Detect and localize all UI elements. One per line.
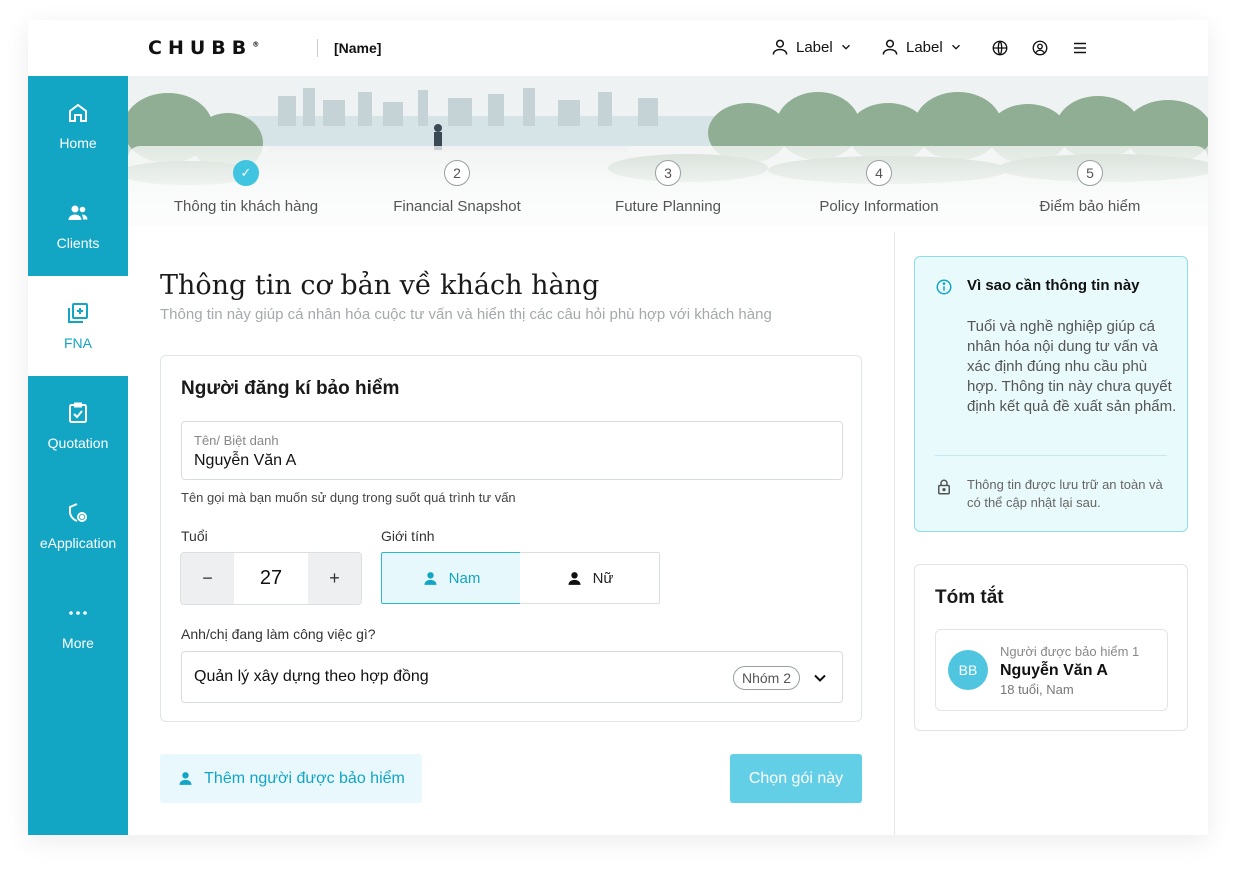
lock-icon [938,479,950,495]
info-body: Tuổi và nghề nghiệp giúp cá nhân hóa nội… [967,318,1177,415]
step-label: Thông tin khách hàng [173,198,319,215]
step-number: 2 [444,160,470,186]
sidebar-item-clients[interactable]: Clients [28,176,128,276]
column-divider [894,232,895,835]
age-label: Tuổi [181,528,208,544]
age-increment-button[interactable]: + [308,553,361,604]
step-number: 4 [866,160,892,186]
app-window: CHUBB® [Name] Label Label Home Clients F… [28,20,1208,835]
sidebar-item-label: eApplication [39,535,117,551]
shield-gear-icon [69,503,87,522]
user-menu-1[interactable]: Label [770,37,853,57]
sidebar-item-label: Home [59,135,97,151]
user-icon [772,39,788,55]
step-financial-snapshot[interactable]: 2 Financial Snapshot [367,160,547,215]
insured-meta: 18 tuổi, Nam [1000,682,1074,697]
progress-stepper: ✓ Thông tin khách hàng 2 Financial Snaps… [128,146,1208,232]
chubb-logo[interactable]: CHUBB® [148,37,259,59]
step-label: Future Planning [615,198,721,215]
person-icon [568,571,581,585]
person-icon [179,772,192,785]
brand-name: [Name] [334,40,382,56]
occupation-select[interactable]: Quản lý xây dựng theo hợp đồng Nhóm 2 [181,651,843,703]
gender-female-label: Nữ [592,569,614,587]
globe-icon [992,40,1008,56]
name-helper-text: Tên gọi mà bạn muốn sử dụng trong suốt q… [181,490,516,505]
menu-button[interactable] [1070,38,1090,58]
insured-person-card[interactable]: BB Người được bảo hiểm 1 Nguyễn Văn A 18… [935,629,1168,711]
sidebar: Home Clients FNA Quotation eApplication … [28,76,128,835]
step-customer-info[interactable]: ✓ Thông tin khách hàng [156,160,336,215]
chevron-down-icon [814,674,826,682]
user-menu-2-label: Label [906,38,943,56]
step-label: Điểm bảo hiểm [1039,198,1141,215]
info-icon [936,279,952,295]
summary-panel: Tóm tắt BB Người được bảo hiểm 1 Nguyễn … [914,564,1188,731]
page-subtitle: Thông tin này giúp cá nhân hóa cuộc tư v… [160,306,772,323]
step-policy-information[interactable]: 4 Policy Information [789,160,969,215]
user-icon [882,39,898,55]
hamburger-icon [1074,42,1086,54]
sidebar-item-quotation[interactable]: Quotation [28,376,128,476]
avatar: BB [948,650,988,690]
choose-package-button[interactable]: Chọn gói này [730,754,862,803]
occupation-group-badge: Nhóm 2 [733,666,801,690]
step-future-planning[interactable]: 3 Future Planning [578,160,758,215]
add-insured-button[interactable]: Thêm người được bảo hiểm [160,754,422,803]
top-bar: CHUBB® [Name] Label Label [28,20,1208,76]
sidebar-item-label: Quotation [47,435,109,451]
user-menu-2[interactable]: Label [880,37,963,57]
home-icon [69,103,87,122]
sidebar-item-label: Clients [56,235,100,251]
sidebar-item-fna[interactable]: FNA [28,276,128,376]
chevron-down-icon [841,44,850,50]
chevron-down-icon [951,44,960,50]
sidebar-item-label: FNA [64,335,92,351]
info-note: Thông tin được lưu trữ an toàn và có thể… [967,477,1163,510]
gender-female-option[interactable]: Nữ [520,552,660,604]
sidebar-item-label: More [62,635,94,651]
language-button[interactable] [990,38,1010,58]
info-title: Vì sao cần thông tin này [967,277,1140,294]
step-label: Policy Information [819,198,939,215]
age-stepper: − 27 + [180,552,362,605]
clipboard-check-icon [69,402,87,423]
insured-name: Nguyễn Văn A [1000,662,1108,679]
age-value[interactable]: 27 [234,553,308,604]
gender-label: Giới tính [381,528,435,544]
user-menu-1-label: Label [796,38,833,56]
card-title: Người đăng kí bảo hiểm [181,378,400,399]
person-icon [424,571,437,585]
sidebar-item-more[interactable]: More [28,576,128,676]
applicant-card: Người đăng kí bảo hiểm Tên/ Biệt danh Ng… [160,355,862,722]
profile-button[interactable] [1030,38,1050,58]
name-field-label: Tên/ Biệt danh [194,433,279,448]
logo-divider [317,39,318,57]
add-box-icon [68,303,88,323]
gender-male-label: Nam [448,569,481,587]
step-insurance-score[interactable]: 5 Điểm bảo hiểm [1000,160,1180,215]
page-title: Thông tin cơ bản về khách hàng [160,270,600,301]
more-dots-icon [69,611,87,615]
sidebar-item-eapplication[interactable]: eApplication [28,476,128,576]
insured-role: Người được bảo hiểm 1 [1000,644,1140,659]
gender-male-option[interactable]: Nam [381,552,521,604]
step-number: 5 [1077,160,1103,186]
step-number: 3 [655,160,681,186]
age-decrement-button[interactable]: − [181,553,234,604]
users-icon [68,205,88,220]
step-label: Financial Snapshot [393,198,521,215]
account-circle-icon [1032,40,1048,56]
sidebar-item-home[interactable]: Home [28,76,128,176]
occupation-label: Anh/chị đang làm công việc gì? [181,626,376,642]
name-field-value: Nguyễn Văn A [194,452,297,469]
occupation-value: Quản lý xây dựng theo hợp đồng [194,668,429,685]
summary-title: Tóm tắt [935,587,1004,608]
name-field[interactable]: Tên/ Biệt danh Nguyễn Văn A [181,421,843,480]
add-insured-label: Thêm người được bảo hiểm [204,769,405,787]
check-icon: ✓ [233,160,259,186]
info-divider [935,455,1167,456]
info-panel: Vì sao cần thông tin này Tuổi và nghề ng… [914,256,1188,532]
